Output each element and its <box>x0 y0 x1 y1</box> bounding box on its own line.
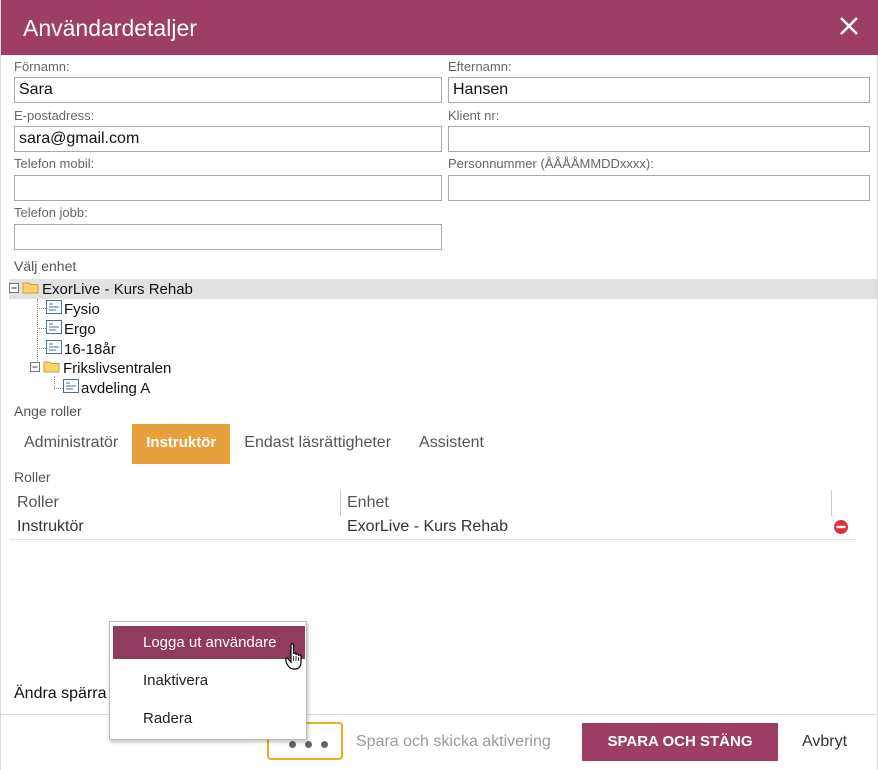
menu-item-deactivate[interactable]: Inaktivera <box>113 664 305 697</box>
tree-item-label: Ergo <box>64 320 96 338</box>
menu-item-delete[interactable]: Radera <box>113 702 305 735</box>
work-phone-input[interactable] <box>14 224 442 250</box>
unit-icon <box>46 300 62 318</box>
email-label: E-postadress: <box>14 108 95 123</box>
firstname-label: Förnamn: <box>14 59 70 74</box>
tree-item-label: avdeling A <box>81 379 151 397</box>
tree-item-folder[interactable]: Frikslivsentralen <box>30 358 171 378</box>
email-input[interactable] <box>14 126 442 152</box>
work-phone-label: Telefon jobb: <box>14 205 88 220</box>
folder-icon <box>43 359 61 377</box>
mobile-phone-input[interactable] <box>14 175 442 201</box>
hand-cursor-icon <box>285 643 307 676</box>
mobile-phone-label: Telefon mobil: <box>14 156 95 171</box>
tab-administrator[interactable]: Administratör <box>10 424 132 464</box>
roles-grid: Roller Enhet Instruktör ExorLive - Kurs … <box>10 490 857 540</box>
unit-icon <box>63 379 79 397</box>
dot <box>305 741 312 748</box>
dot <box>289 741 296 748</box>
menu-item-logout-user[interactable]: Logga ut användare <box>113 626 305 659</box>
folder-icon <box>22 280 40 298</box>
lastname-input[interactable] <box>448 77 870 103</box>
save-send-activation-link[interactable]: Spara och skicka aktivering <box>356 733 551 751</box>
personal-number-label: Personnummer (ÅÅÅÅMMDDxxxx): <box>448 156 654 171</box>
column-header-unit[interactable]: Enhet <box>347 490 389 516</box>
assign-roles-label: Ange roller <box>14 403 82 419</box>
lastname-label: Efternamn: <box>448 59 512 74</box>
tree-item-label: Fysio <box>64 300 100 318</box>
user-details-dialog: Användardetaljer Förnamn: Efternamn: E-p… <box>0 0 878 770</box>
client-number-input[interactable] <box>448 126 870 152</box>
tab-instructor[interactable]: Instruktör <box>132 424 231 464</box>
tree-item-label: Frikslivsentralen <box>63 359 172 377</box>
tab-assistant[interactable]: Assistent <box>405 424 498 464</box>
delete-icon[interactable] <box>833 519 849 535</box>
unit-icon <box>46 320 62 338</box>
unit-cell: ExorLive - Kurs Rehab <box>347 518 508 535</box>
column-header-roles[interactable]: Roller <box>17 490 59 516</box>
dialog-titlebar: Användardetaljer <box>1 0 878 55</box>
personal-number-input[interactable] <box>448 175 870 201</box>
roles-tabs: Administratör Instruktör Endast läsrätti… <box>10 424 498 464</box>
select-unit-label: Välj enhet <box>14 258 77 274</box>
unit-icon <box>46 340 62 358</box>
tree-item-label: 16-18år <box>64 340 116 358</box>
save-close-button[interactable]: SPARA OCH STÄNG <box>582 723 778 761</box>
column-divider <box>340 490 341 516</box>
tab-read-only[interactable]: Endast läsrättigheter <box>230 424 405 464</box>
column-divider <box>831 490 832 516</box>
tree-item-root[interactable]: ExorLive - Kurs Rehab <box>9 279 877 299</box>
tree-item-label: ExorLive - Kurs Rehab <box>42 280 193 298</box>
tree-item[interactable]: 16-18år <box>46 339 116 359</box>
client-number-label: Klient nr: <box>448 108 500 123</box>
cancel-button[interactable]: Avbryt <box>802 733 847 751</box>
tree-item[interactable]: Ergo <box>46 319 96 339</box>
tree-connector <box>54 388 63 389</box>
change-lock-text: Ändra spärra <box>14 685 107 702</box>
tree-connector <box>37 308 46 309</box>
dialog-title: Användardetaljer <box>23 15 197 41</box>
tree-item[interactable]: Fysio <box>46 299 100 319</box>
tree-connector <box>37 348 46 349</box>
collapse-icon[interactable] <box>30 360 41 377</box>
collapse-icon[interactable] <box>9 281 20 298</box>
close-icon[interactable] <box>837 14 861 38</box>
tree-connector <box>37 328 46 329</box>
more-options-menu: Logga ut användare Inaktivera Radera <box>109 621 307 740</box>
tree-item[interactable]: avdeling A <box>63 378 150 398</box>
firstname-input[interactable] <box>14 77 442 103</box>
role-cell: Instruktör <box>17 518 84 535</box>
roles-grid-label: Roller <box>14 469 51 485</box>
dot <box>321 741 328 748</box>
